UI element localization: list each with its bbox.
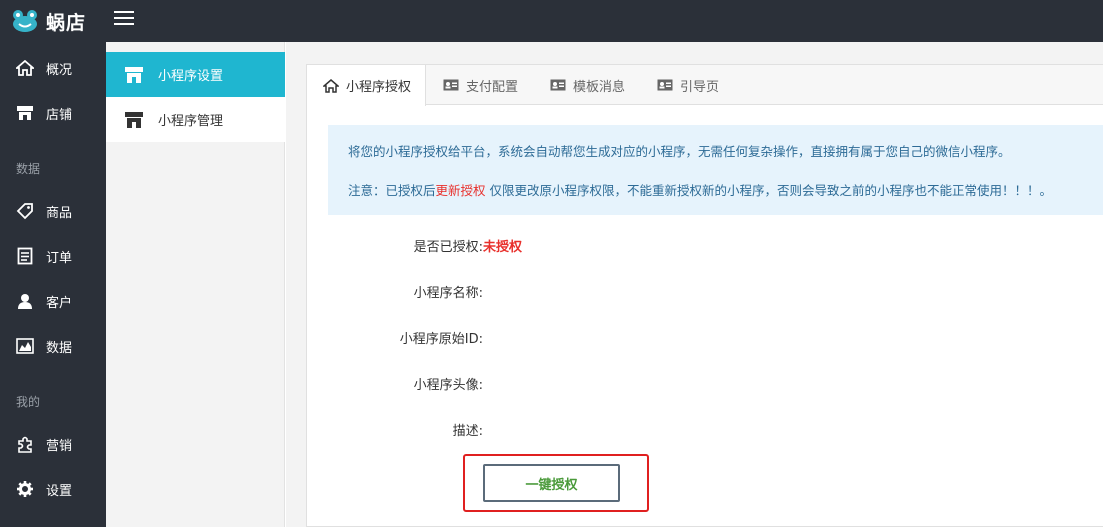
subnav-item-miniprogram-settings[interactable]: 小程序设置 (106, 52, 285, 97)
gear-icon (16, 480, 34, 498)
settings-panel: 小程序授权 支付配置 模板消息 引导页 将您的小程序授权给平台，系统会自动帮您生… (306, 64, 1103, 527)
home-icon (16, 59, 34, 77)
sidebar-item-orders[interactable]: 订单 (0, 236, 106, 276)
tab-template-messages[interactable]: 模板消息 (550, 65, 625, 105)
store-icon (16, 104, 34, 122)
tab-label: 引导页 (680, 79, 720, 95)
tab-label: 小程序授权 (346, 80, 412, 95)
order-icon (16, 247, 34, 265)
tab-label: 模板消息 (573, 79, 626, 95)
sidebar-group-data: 数据 (16, 162, 41, 176)
sidebar-item-settings[interactable]: 设置 (0, 469, 106, 509)
tab-bar: 小程序授权 支付配置 模板消息 引导页 (307, 65, 1103, 106)
sidebar-item-label: 商品 (46, 205, 73, 221)
sidebar-item-data[interactable]: 数据 (0, 326, 106, 366)
main-sidebar: 概况 店铺 数据 商品 订单 客户 数据 我的 营销 设置 (0, 42, 106, 527)
sidebar-item-label: 设置 (46, 483, 73, 499)
sidebar-group-mine: 我的 (16, 395, 41, 409)
app-logo[interactable]: 蜗店 (10, 6, 86, 36)
sidebar-item-label: 概况 (46, 62, 73, 78)
store-icon (124, 66, 144, 84)
frog-logo-icon (10, 9, 40, 33)
authorized-label: 是否已授权: (413, 240, 483, 255)
sub-sidebar: 小程序设置 小程序管理 (106, 42, 285, 527)
notice-suffix: 仅限更改原小程序权限，不能重新授权新的小程序，否则会导致之前的小程序也不能正常使… (485, 183, 1053, 198)
miniprogram-avatar-label: 小程序头像: (413, 378, 483, 393)
sidebar-item-label: 店铺 (46, 107, 73, 123)
sidebar-item-marketing[interactable]: 营销 (0, 424, 106, 464)
notice-line-1: 将您的小程序授权给平台，系统会自动帮您生成对应的小程序，无需任何复杂操作，直接拥… (348, 144, 1011, 159)
subnav-item-label: 小程序设置 (158, 69, 224, 84)
notice-highlight: 更新授权 (435, 183, 486, 198)
miniprogram-original-id-label: 小程序原始ID: (399, 332, 483, 347)
notice-line-2: 注意：已授权后更新授权 仅限更改原小程序权限，不能重新授权新的小程序，否则会导致… (348, 180, 1052, 199)
subnav-item-miniprogram-management[interactable]: 小程序管理 (106, 97, 285, 142)
info-notice: 将您的小程序授权给平台，系统会自动帮您生成对应的小程序，无需任何复杂操作，直接拥… (328, 125, 1103, 215)
sidebar-item-overview[interactable]: 概况 (0, 48, 106, 88)
description-label: 描述: (452, 424, 483, 439)
sidebar-item-products[interactable]: 商品 (0, 191, 106, 231)
id-card-icon (443, 79, 459, 91)
tag-icon (16, 202, 34, 220)
sidebar-item-label: 营销 (46, 438, 73, 454)
puzzle-icon (16, 435, 34, 453)
notice-prefix: 注意：已授权后 (348, 183, 436, 198)
sidebar-item-label: 数据 (46, 340, 73, 356)
sidebar-item-label: 订单 (46, 250, 73, 266)
app-name: 蜗店 (46, 11, 87, 34)
store-icon (124, 111, 144, 129)
tab-label: 支付配置 (466, 79, 519, 95)
user-icon (16, 292, 34, 310)
subnav-item-label: 小程序管理 (158, 114, 224, 129)
id-card-icon (550, 79, 566, 91)
sidebar-item-customers[interactable]: 客户 (0, 281, 106, 321)
menu-toggle-icon[interactable] (114, 11, 134, 31)
one-click-authorize-button[interactable]: 一键授权 (483, 464, 620, 502)
miniprogram-name-label: 小程序名称: (413, 286, 483, 301)
main-content: 小程序授权 支付配置 模板消息 引导页 将您的小程序授权给平台，系统会自动帮您生… (286, 42, 1103, 527)
chart-icon (16, 337, 34, 355)
home-icon (323, 78, 339, 93)
tab-payment-config[interactable]: 支付配置 (443, 65, 518, 105)
authorized-status: 未授权 (483, 240, 523, 255)
sidebar-item-label: 客户 (46, 295, 73, 311)
tab-miniprogram-auth[interactable]: 小程序授权 (307, 65, 426, 106)
top-bar: 蜗店 (0, 0, 1103, 42)
id-card-icon (657, 79, 673, 91)
sidebar-item-store[interactable]: 店铺 (0, 93, 106, 133)
tab-guide-page[interactable]: 引导页 (657, 65, 719, 105)
